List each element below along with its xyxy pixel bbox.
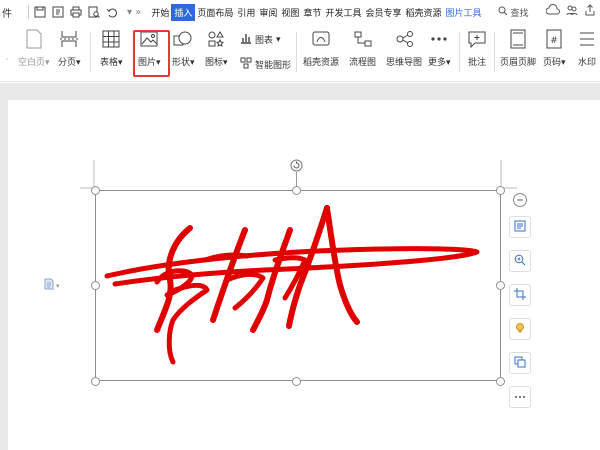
chart-button[interactable]: 图表 ▾ xyxy=(240,32,281,47)
picture-highlight-box xyxy=(133,30,170,77)
resize-handle-bottom[interactable] xyxy=(292,377,301,386)
watermark-button[interactable]: 水印 xyxy=(576,28,598,68)
export-icon[interactable] xyxy=(51,5,65,19)
zoom-in-icon xyxy=(514,254,526,269)
ribbon-tabs: 开始 插入 页面布局 引用 审阅 视图 章节 开发工具 会员专享 稻壳资源 图片… xyxy=(149,3,483,21)
comment-button[interactable]: 批注 xyxy=(466,28,488,68)
chevron-down-icon: ▾ xyxy=(56,281,60,290)
tab-home[interactable]: 开始 xyxy=(149,4,171,21)
resize-handle-left[interactable] xyxy=(91,281,100,290)
replace-image-button[interactable] xyxy=(509,352,531,374)
tab-insert[interactable]: 插入 xyxy=(171,3,196,21)
share-icon[interactable] xyxy=(584,4,596,19)
divider xyxy=(459,32,460,72)
resize-handle-top[interactable] xyxy=(292,186,301,195)
layout-wrap-button[interactable] xyxy=(509,216,531,238)
tab-developer[interactable]: 开发工具 xyxy=(323,4,363,21)
resize-handle-top-right[interactable] xyxy=(496,186,505,195)
blank-page-button[interactable]: 空白页▾ xyxy=(18,28,50,68)
page-break-icon xyxy=(58,28,80,50)
resize-handle-top-left[interactable] xyxy=(91,186,100,195)
table-button[interactable]: 表格▾ xyxy=(100,28,123,68)
print-preview-icon[interactable] xyxy=(87,5,101,19)
blank-page-icon xyxy=(23,28,45,50)
mindmap-button[interactable]: 思维导图 xyxy=(386,28,422,68)
save-icon[interactable] xyxy=(33,5,47,19)
undo-icon[interactable] xyxy=(105,5,119,19)
divider xyxy=(28,5,29,19)
docer-button[interactable]: 稻壳资源 xyxy=(303,28,339,68)
search-label: 查找 xyxy=(510,8,529,19)
flowchart-icon xyxy=(352,28,374,50)
watermark-icon xyxy=(576,28,598,50)
resize-handle-bottom-right[interactable] xyxy=(496,377,505,386)
tab-member[interactable]: 会员专享 xyxy=(363,4,403,21)
tab-review[interactable]: 审阅 xyxy=(257,4,279,21)
shape-icon xyxy=(172,28,194,50)
smart-art-icon xyxy=(240,57,252,72)
print-icon[interactable] xyxy=(69,5,83,19)
search-icon xyxy=(498,6,508,19)
table-icon xyxy=(100,28,122,50)
resize-handle-bottom-left[interactable] xyxy=(91,377,100,386)
divider xyxy=(494,32,495,72)
more-dots-icon xyxy=(428,28,450,50)
page-number-button[interactable]: # 页码▾ xyxy=(543,28,566,68)
comment-icon xyxy=(466,28,488,50)
more-dots-icon xyxy=(514,392,526,402)
resize-handle-right[interactable] xyxy=(496,281,505,290)
cover-page-button[interactable]: · xyxy=(0,28,18,65)
image-tips-button[interactable] xyxy=(509,318,531,340)
menu-bar: 件 ▾ » 开始 插入 页面布局 引用 审阅 视图 章节 开发工具 会员专享 稻… xyxy=(0,0,600,24)
zoom-in-button[interactable] xyxy=(509,250,531,272)
image-replace-icon xyxy=(514,356,526,371)
layout-options-button[interactable]: ▾ xyxy=(44,278,60,293)
flowchart-button[interactable]: 流程图 xyxy=(349,28,376,68)
svg-text:#: # xyxy=(550,36,558,46)
docer-icon xyxy=(310,28,332,50)
icon-library-button[interactable]: 图标▾ xyxy=(205,28,228,68)
icons-icon xyxy=(205,28,227,50)
divider xyxy=(90,32,91,72)
divider xyxy=(296,32,297,72)
crop-button[interactable] xyxy=(509,284,531,306)
header-footer-icon xyxy=(507,28,529,50)
tab-view[interactable]: 视图 xyxy=(279,4,301,21)
smart-art-button[interactable]: 智能图形 xyxy=(240,57,291,72)
document-icon xyxy=(44,278,54,293)
collaborate-icon[interactable] xyxy=(566,4,578,19)
crop-icon xyxy=(514,287,526,303)
cloud-sync-icon[interactable] xyxy=(545,4,560,19)
collapse-toolbar-button[interactable] xyxy=(513,193,527,207)
tab-page-layout[interactable]: 页面布局 xyxy=(195,4,235,21)
file-menu[interactable]: 件 xyxy=(0,5,24,20)
page-break-button[interactable]: 分页▾ xyxy=(58,28,81,68)
insert-ribbon: · 空白页▾ 分页▾ 表格▾ 图片▾ 形状▾ 图标▾ 图表 ▾ 智能图形 稻壳资… xyxy=(0,24,600,82)
lightbulb-icon xyxy=(514,322,526,337)
search-box[interactable]: 查找 xyxy=(498,6,529,19)
text-wrap-icon xyxy=(514,220,526,235)
image-selection-frame xyxy=(95,190,501,381)
rotate-handle-icon[interactable] xyxy=(290,159,303,172)
quick-access-toolbar: ▾ » xyxy=(33,5,141,19)
tab-references[interactable]: 引用 xyxy=(235,4,257,21)
margin-mark xyxy=(80,160,98,189)
bar-chart-icon xyxy=(240,32,252,47)
tab-picture-tools[interactable]: 图片工具 xyxy=(443,4,483,21)
header-footer-button[interactable]: 页眉页脚 xyxy=(500,28,536,68)
tab-docer[interactable]: 稻壳资源 xyxy=(403,4,443,21)
mindmap-icon xyxy=(393,28,415,50)
more-chevron-icon[interactable]: ▾ » xyxy=(127,7,141,18)
page-number-icon: # xyxy=(543,28,565,50)
more-button[interactable]: 更多▾ xyxy=(428,28,451,68)
page-icon xyxy=(0,28,18,50)
more-options-button[interactable] xyxy=(509,386,531,408)
shape-button[interactable]: 形状▾ xyxy=(172,28,195,68)
tab-section[interactable]: 章节 xyxy=(301,4,323,21)
window-actions xyxy=(545,4,596,19)
